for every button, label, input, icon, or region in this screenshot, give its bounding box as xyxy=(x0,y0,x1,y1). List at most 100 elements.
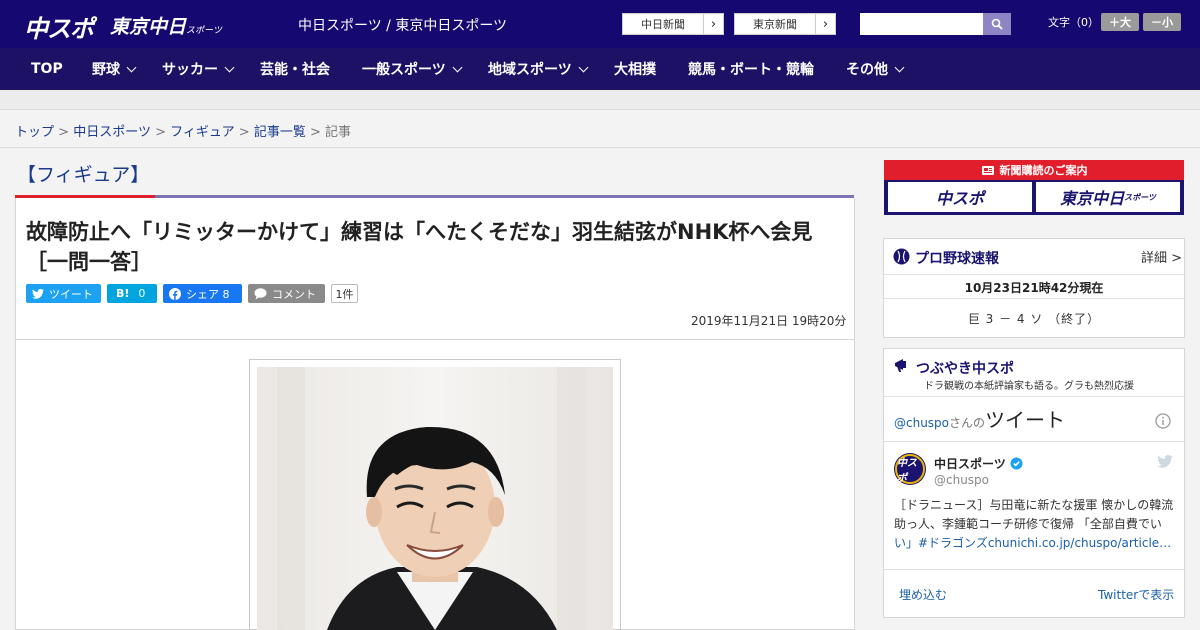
chevron-down-icon xyxy=(126,62,137,72)
search-icon xyxy=(991,18,1003,30)
chunichi-shimbun-link[interactable]: 中日新聞 › xyxy=(622,13,724,35)
divider xyxy=(884,441,1184,442)
chuspo-logo[interactable]: 中スポ xyxy=(24,9,94,44)
tokyo-chunichi-logo[interactable]: 東京中日スポーツ xyxy=(110,12,222,39)
ext-link-label: 中日新聞 xyxy=(641,18,685,31)
divider xyxy=(884,396,1184,397)
facebook-share-button[interactable]: シェア 8 xyxy=(163,284,242,303)
nav-label: 地域スポーツ xyxy=(488,62,572,78)
breadcrumb-article-list[interactable]: 記事一覧 xyxy=(254,125,306,140)
nav-label: 一般スポーツ xyxy=(362,62,446,78)
comment-count-badge[interactable]: 1件 xyxy=(331,284,358,303)
baseball-title: プロ野球速報 xyxy=(915,251,999,267)
nav-item-racing[interactable]: 競馬・ボート・競輪 xyxy=(688,48,814,90)
breadcrumb-current: 記事 xyxy=(325,125,352,140)
facebook-label: シェア 8 xyxy=(186,287,230,301)
ad-band xyxy=(0,90,1200,110)
nav-item-soccer[interactable]: サッカー xyxy=(162,48,235,90)
tweets-by-handle[interactable]: @chuspo xyxy=(894,416,949,430)
divider xyxy=(884,274,1184,275)
nav-item-top[interactable]: TOP xyxy=(31,48,63,90)
tweets-by-suffix: さんの xyxy=(949,416,986,430)
tsubuyaki-subtitle: ドラ観戦の本紙評論家も語る。グラも熱烈応援 xyxy=(924,381,1134,392)
divider xyxy=(884,569,1184,570)
font-size-label: 文字（0） xyxy=(1048,16,1099,29)
search-input[interactable] xyxy=(860,13,983,35)
chevron-down-icon xyxy=(894,62,905,72)
avatar[interactable]: 中スポ xyxy=(894,453,926,485)
tweet-text[interactable]: ［ドラニュース］与田竜に新たな援軍 懐かしの韓流助っ人、李鍾範コーチ研修で復帰 … xyxy=(894,496,1176,553)
account-name[interactable]: 中日スポーツ xyxy=(934,455,1006,472)
subscribe-chuspo-logo[interactable]: 中スポ xyxy=(888,182,1032,212)
portrait-illustration xyxy=(257,367,613,630)
font-decrease-button[interactable]: －小 xyxy=(1143,13,1181,31)
top-header: 中スポ 東京中日スポーツ 中日スポーツ / 東京中日スポーツ 中日新聞 › 東京… xyxy=(0,0,1200,48)
chevron-down-icon xyxy=(578,62,589,72)
tokyo-shimbun-link[interactable]: 東京新聞 › xyxy=(734,13,836,35)
tweets-by-header: @chuspo さんの ツイート xyxy=(894,404,1065,433)
account-name-row: 中日スポーツ xyxy=(934,455,1023,472)
tsubuyaki-title: つぶやき中スポ xyxy=(916,361,1014,377)
site-names: 中日スポーツ / 東京中日スポーツ xyxy=(298,18,508,34)
comment-button[interactable]: コメント xyxy=(248,284,325,303)
chevron-down-icon xyxy=(224,62,235,72)
chevron-right-icon: › xyxy=(703,14,723,34)
breadcrumb-top[interactable]: トップ xyxy=(15,125,54,140)
nav-item-other[interactable]: その他 xyxy=(846,48,905,90)
article-photo[interactable] xyxy=(257,367,613,630)
nav-label: サッカー xyxy=(162,62,218,78)
baseball-icon xyxy=(893,248,910,265)
divider xyxy=(0,147,1200,148)
hatena-bookmark-button[interactable]: B! 0 xyxy=(107,284,157,303)
hatena-count: 0 xyxy=(138,287,146,300)
breadcrumb-chunichi-sports[interactable]: 中日スポーツ xyxy=(73,125,151,140)
nav-label: 競馬・ボート・競輪 xyxy=(688,62,814,78)
nav-item-local-sports[interactable]: 地域スポーツ xyxy=(488,48,589,90)
breadcrumb-sep: > xyxy=(58,125,70,140)
chevron-right-icon: › xyxy=(815,14,835,34)
tweet-body: ［ドラニュース］与田竜に新たな援軍 懐かしの韓流助っ人、李鍾範コーチ研修で復帰 … xyxy=(894,498,1174,531)
tweet-label: ツイート xyxy=(49,287,93,301)
subscribe-tokyo-text: 東京中日 xyxy=(1060,189,1125,208)
article-category: 【フィギュア】 xyxy=(17,164,150,186)
embed-link[interactable]: 埋め込む xyxy=(899,586,947,603)
twitter-bird-icon[interactable] xyxy=(1157,455,1173,468)
newspaper-icon xyxy=(981,165,994,175)
tokyo-logo-text: 東京中日 xyxy=(110,16,187,38)
subscribe-title: 新聞購読のご案内 xyxy=(999,164,1088,177)
breadcrumb-sep: > xyxy=(155,125,166,140)
nav-item-baseball[interactable]: 野球 xyxy=(92,48,137,90)
article-datetime: 2019年11月21日 19時20分 xyxy=(691,314,847,328)
baseball-score[interactable]: 巨 3 － 4 ソ （終了） xyxy=(884,310,1184,327)
subscribe-tokyo-small: スポーツ xyxy=(1124,192,1156,202)
breadcrumb-figure[interactable]: フィギュア xyxy=(170,125,234,140)
facebook-icon xyxy=(169,287,181,300)
speech-bubble-icon xyxy=(254,287,267,299)
tweet-hashtag-link[interactable]: い」#ドラゴンズchunichi.co.jp/chuspo/article… xyxy=(894,536,1171,550)
chevron-down-icon xyxy=(452,62,463,72)
info-icon[interactable] xyxy=(1155,413,1171,429)
nav-item-entertainment[interactable]: 芸能・社会 xyxy=(260,48,330,90)
breadcrumb: トップ > 中日スポーツ > フィギュア > 記事一覧 > 記事 xyxy=(15,121,351,140)
hatena-b-icon: B! xyxy=(116,287,130,300)
search-button[interactable] xyxy=(983,13,1011,35)
baseball-timestamp: 10月23日21時42分現在 xyxy=(964,281,1104,295)
subscribe-tokyo-logo[interactable]: 東京中日 スポーツ xyxy=(1036,182,1180,212)
tweet-button[interactable]: ツイート xyxy=(26,284,101,303)
account-handle[interactable]: @chuspo xyxy=(934,473,989,487)
nav-label: 野球 xyxy=(92,62,120,78)
font-increase-button[interactable]: ＋大 xyxy=(1101,13,1139,31)
baseball-detail-link[interactable]: 詳細 > xyxy=(1141,247,1182,266)
megaphone-icon xyxy=(895,359,906,372)
nav-item-sumo[interactable]: 大相撲 xyxy=(614,48,656,90)
breadcrumb-sep: > xyxy=(238,125,250,140)
view-on-twitter-link[interactable]: Twitterで表示 xyxy=(1098,586,1174,603)
nav-label: 大相撲 xyxy=(614,62,656,78)
subscribe-banner-title: 新聞購読のご案内 xyxy=(884,160,1184,180)
divider xyxy=(884,298,1184,299)
tweets-by-word: ツイート xyxy=(985,408,1066,432)
nav-item-general-sports[interactable]: 一般スポーツ xyxy=(362,48,463,90)
nav-label: 芸能・社会 xyxy=(260,62,330,78)
tokyo-logo-small: スポーツ xyxy=(186,26,222,36)
verified-badge-icon xyxy=(1010,457,1023,470)
